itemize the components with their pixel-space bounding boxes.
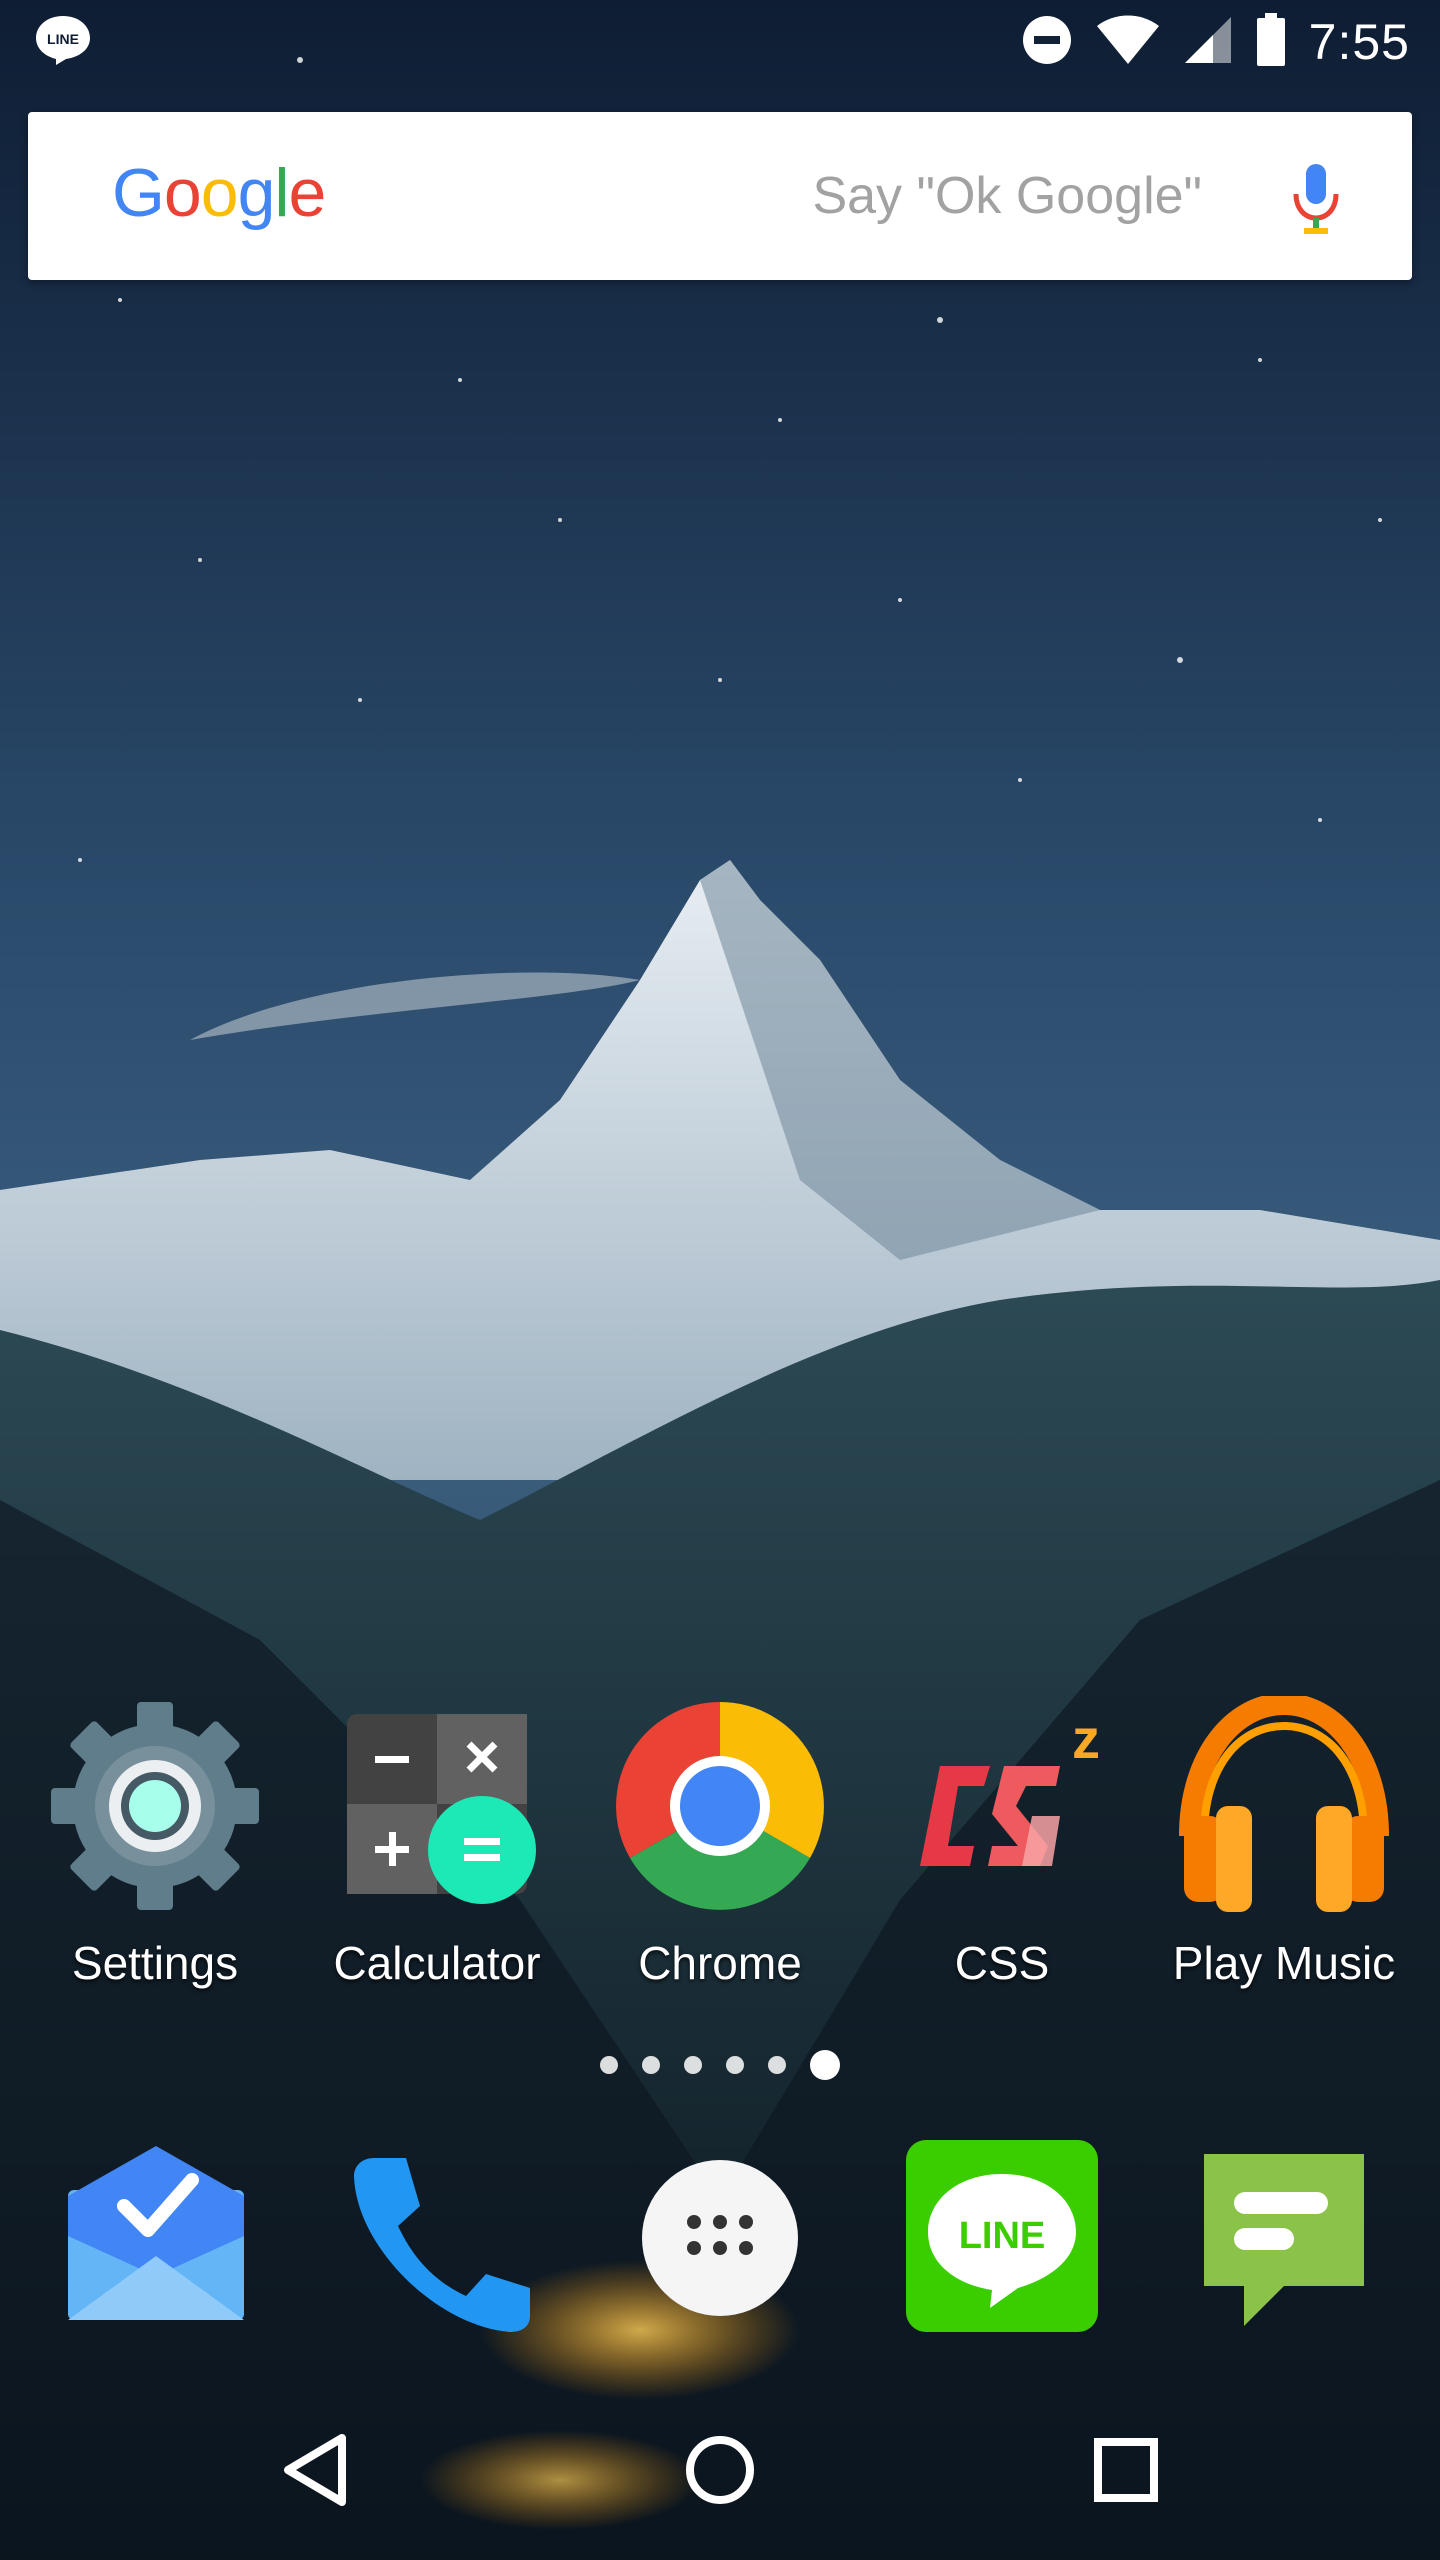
search-hint[interactable]: Say "Ok Google" bbox=[812, 166, 1202, 226]
wifi-icon bbox=[1095, 14, 1161, 71]
status-bar: LINE 7:55 bbox=[0, 0, 1440, 84]
app-drawer-icon[interactable] bbox=[620, 2136, 820, 2336]
recents-icon[interactable] bbox=[1076, 2420, 1176, 2520]
line-app-icon[interactable]: LINE bbox=[902, 2136, 1102, 2336]
mic-icon[interactable] bbox=[1288, 162, 1344, 238]
page-indicator[interactable] bbox=[600, 2048, 864, 2082]
page-dot[interactable] bbox=[684, 2056, 702, 2074]
back-icon[interactable] bbox=[270, 2420, 370, 2520]
app-calculator[interactable]: Calculator bbox=[296, 1696, 578, 1990]
inbox-icon[interactable] bbox=[56, 2136, 256, 2336]
app-label: CSS bbox=[954, 1937, 1050, 1989]
line-notification-icon: LINE bbox=[34, 14, 92, 71]
page-dot[interactable] bbox=[768, 2056, 786, 2074]
app-label: Chrome bbox=[638, 1937, 802, 1989]
chrome-icon[interactable] bbox=[610, 1696, 830, 1916]
svg-text:LINE: LINE bbox=[47, 31, 79, 47]
app-css[interactable]: z CSS bbox=[861, 1696, 1143, 1990]
settings-icon[interactable] bbox=[45, 1696, 265, 1916]
page-dot[interactable] bbox=[726, 2056, 744, 2074]
google-search-bar[interactable]: Google Say "Ok Google" bbox=[28, 112, 1412, 280]
app-chrome[interactable]: Chrome bbox=[579, 1696, 861, 1990]
play-music-icon[interactable] bbox=[1174, 1692, 1394, 1916]
line-logo-text: LINE bbox=[959, 2215, 1046, 2257]
app-settings[interactable]: Settings bbox=[14, 1696, 296, 1990]
messenger-icon[interactable] bbox=[1184, 2136, 1384, 2336]
app-label: Settings bbox=[71, 1937, 239, 1989]
battery-icon bbox=[1255, 12, 1287, 72]
css-icon[interactable]: z bbox=[892, 1696, 1112, 1916]
calculator-icon[interactable] bbox=[327, 1696, 547, 1916]
svg-text:z: z bbox=[1072, 1707, 1100, 1770]
google-logo[interactable]: Google bbox=[112, 154, 326, 232]
app-label: Play Music bbox=[1172, 1937, 1396, 1989]
cell-signal-icon bbox=[1183, 15, 1233, 70]
phone-icon[interactable] bbox=[340, 2136, 540, 2336]
app-play-music[interactable]: Play Music bbox=[1143, 1692, 1425, 1990]
do-not-disturb-icon bbox=[1021, 14, 1073, 71]
home-icon[interactable] bbox=[670, 2420, 770, 2520]
page-dot-active[interactable] bbox=[810, 2050, 840, 2080]
app-label: Calculator bbox=[333, 1937, 541, 1989]
clock: 7:55 bbox=[1308, 14, 1410, 70]
page-dot[interactable] bbox=[642, 2056, 660, 2074]
navigation-bar bbox=[0, 2380, 1440, 2560]
page-dot[interactable] bbox=[600, 2056, 618, 2074]
